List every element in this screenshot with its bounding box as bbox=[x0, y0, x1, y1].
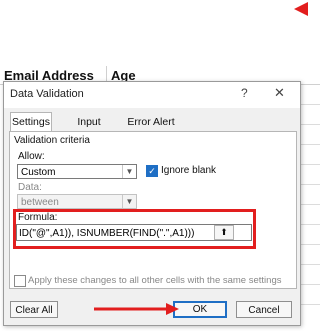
data-value: between bbox=[21, 197, 59, 208]
gridline bbox=[300, 204, 320, 205]
gridline bbox=[300, 264, 320, 265]
ignore-blank-label: Ignore blank bbox=[161, 165, 217, 176]
red-triangle-icon bbox=[294, 2, 308, 16]
red-arrow-icon bbox=[94, 303, 179, 315]
gridline bbox=[300, 124, 320, 125]
allow-select[interactable]: Custom ▼ bbox=[17, 164, 137, 179]
data-label: Data: bbox=[18, 182, 42, 193]
dialog-titlebar[interactable]: Data Validation ? ✕ bbox=[4, 82, 300, 108]
gridline bbox=[300, 144, 320, 145]
tab-settings[interactable]: Settings bbox=[10, 112, 52, 133]
gridline bbox=[300, 224, 320, 225]
apply-changes-checkbox[interactable] bbox=[14, 275, 26, 287]
tab-input-message[interactable]: Input Message bbox=[56, 113, 122, 146]
gridline bbox=[300, 244, 320, 245]
gridline bbox=[300, 184, 320, 185]
data-validation-dialog: Data Validation ? ✕ Settings Input Messa… bbox=[3, 81, 301, 326]
close-icon[interactable]: ✕ bbox=[274, 85, 285, 101]
sheet-gridlines bbox=[300, 85, 320, 331]
ignore-blank-checkbox[interactable]: ✓ bbox=[146, 165, 158, 177]
gridline bbox=[300, 104, 320, 105]
dialog-title: Data Validation bbox=[10, 88, 84, 100]
clear-all-button[interactable]: Clear All bbox=[10, 301, 58, 318]
gridline bbox=[300, 304, 320, 305]
gridline bbox=[300, 164, 320, 165]
validation-criteria-label: Validation criteria bbox=[14, 135, 90, 146]
allow-label: Allow: bbox=[18, 151, 45, 162]
gridline bbox=[300, 284, 320, 285]
help-icon[interactable]: ? bbox=[241, 86, 248, 100]
chevron-down-icon: ▼ bbox=[122, 195, 136, 208]
tab-error-alert[interactable]: Error Alert bbox=[126, 113, 176, 131]
data-select: between ▼ bbox=[17, 194, 137, 209]
chevron-down-icon[interactable]: ▼ bbox=[122, 165, 136, 178]
cancel-button[interactable]: Cancel bbox=[236, 301, 292, 318]
apply-changes-label: Apply these changes to all other cells w… bbox=[28, 275, 282, 286]
allow-value: Custom bbox=[21, 167, 56, 178]
highlight-box bbox=[13, 209, 256, 249]
ok-button[interactable]: OK bbox=[173, 301, 227, 318]
